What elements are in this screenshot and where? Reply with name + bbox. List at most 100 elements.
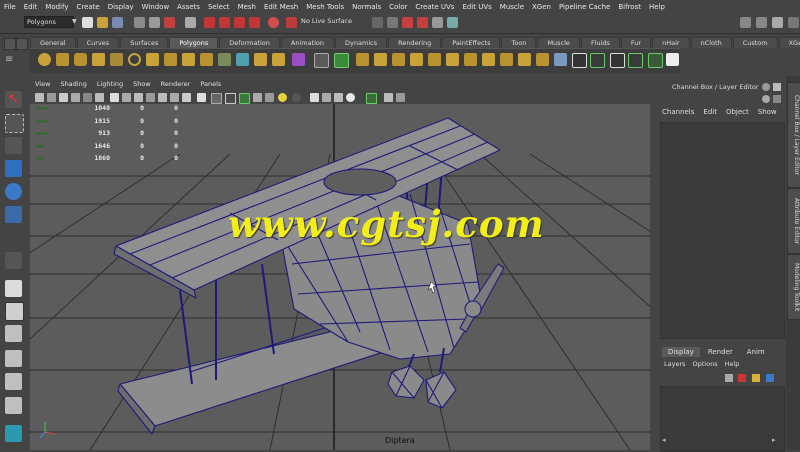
- pick-mask-icon[interactable]: [185, 17, 196, 28]
- shelf-tab-dynamics[interactable]: Dynamics: [335, 37, 388, 48]
- menu-create-uvs[interactable]: Create UVs: [411, 3, 458, 11]
- channel-box-toggle-icon[interactable]: [788, 17, 799, 28]
- move-layer-up-icon[interactable]: [725, 374, 733, 382]
- anti-aliasing-icon[interactable]: [334, 93, 343, 102]
- menu-muscle[interactable]: Muscle: [496, 3, 528, 11]
- channel-box-settings-icon[interactable]: [762, 95, 770, 103]
- checker-texture-icon[interactable]: [666, 53, 679, 66]
- channel-box-menu-edit[interactable]: Edit: [703, 108, 717, 116]
- resolution-gate-icon[interactable]: [134, 93, 143, 102]
- render-settings-icon[interactable]: [432, 17, 443, 28]
- attribute-editor-toggle-icon[interactable]: [756, 17, 767, 28]
- select-camera-icon[interactable]: [35, 93, 44, 102]
- select-by-component-icon[interactable]: [164, 17, 175, 28]
- append-to-polygon-icon[interactable]: [410, 53, 423, 66]
- menu-mesh[interactable]: Mesh: [234, 3, 260, 11]
- panel-menu-panels[interactable]: Panels: [195, 80, 226, 90]
- menu-bifrost[interactable]: Bifrost: [614, 3, 645, 11]
- xray-icon[interactable]: [211, 93, 222, 104]
- menu-display[interactable]: Display: [104, 3, 138, 11]
- render-region-icon[interactable]: [387, 17, 398, 28]
- rotate-tool-icon[interactable]: [5, 183, 22, 200]
- merge-icon[interactable]: [536, 53, 549, 66]
- poly-pipe-icon[interactable]: [182, 53, 195, 66]
- move-tool-icon[interactable]: [5, 160, 22, 177]
- channel-box-area[interactable]: [660, 122, 785, 339]
- layer-tab-render[interactable]: Render: [702, 347, 739, 357]
- shelf-menu-icon[interactable]: [16, 38, 28, 50]
- menu-mesh-tools[interactable]: Mesh Tools: [302, 3, 348, 11]
- use-all-lights-icon[interactable]: [278, 93, 287, 102]
- side-tab-modeling-toolkit[interactable]: Modeling Toolkit: [787, 254, 800, 320]
- poly-helix-icon[interactable]: [200, 53, 213, 66]
- single-perspective-layout-icon[interactable]: [5, 280, 22, 297]
- modeling-toolkit-toggle-icon[interactable]: [740, 17, 751, 28]
- menu-assets[interactable]: Assets: [173, 3, 204, 11]
- menu-select[interactable]: Select: [204, 3, 234, 11]
- camera-attributes-icon[interactable]: [47, 93, 56, 102]
- poly-torus-icon[interactable]: [128, 53, 141, 66]
- grid-toggle-icon[interactable]: [110, 93, 119, 102]
- add-divisions-icon[interactable]: [482, 53, 495, 66]
- triangulate-icon[interactable]: [334, 53, 349, 68]
- shelf-tab-animation[interactable]: Animation: [280, 37, 335, 48]
- open-scene-icon[interactable]: [97, 17, 108, 28]
- pin-icon[interactable]: [762, 83, 770, 91]
- outliner-persp-layout-icon[interactable]: [5, 397, 22, 414]
- offset-edge-loop-icon[interactable]: [464, 53, 477, 66]
- menu-set-dropdown[interactable]: Polygons: [24, 16, 74, 28]
- channel-box-menu-channels[interactable]: Channels: [662, 108, 694, 116]
- textured-icon[interactable]: [265, 93, 274, 102]
- safe-action-icon[interactable]: [170, 93, 179, 102]
- panel-menu-shading[interactable]: Shading: [55, 80, 91, 90]
- make-live-icon[interactable]: [268, 17, 279, 28]
- layer-settings-icon[interactable]: [766, 374, 774, 382]
- shelf-tab-general[interactable]: General: [30, 37, 76, 48]
- separate-icon[interactable]: [254, 53, 267, 66]
- snap-view-plane-icon[interactable]: [249, 17, 260, 28]
- xray-joints-icon[interactable]: [384, 93, 393, 102]
- menu-create[interactable]: Create: [72, 3, 103, 11]
- wireframe-on-shaded-icon[interactable]: [239, 93, 250, 104]
- screen-space-ao-icon[interactable]: [310, 93, 319, 102]
- menu-modify[interactable]: Modify: [41, 3, 72, 11]
- persp-graph-layout-icon[interactable]: [5, 350, 22, 367]
- safe-title-icon[interactable]: [182, 93, 191, 102]
- select-by-object-icon[interactable]: [149, 17, 160, 28]
- last-tool-icon[interactable]: [5, 252, 22, 269]
- chevron-down-icon[interactable]: ▼: [72, 18, 77, 25]
- render-current-frame-icon[interactable]: [402, 17, 413, 28]
- quadrangulate-icon[interactable]: [356, 53, 369, 66]
- uv-editor-icon[interactable]: [628, 53, 643, 68]
- channel-box-menu-object[interactable]: Object: [726, 108, 749, 116]
- bookmarks-icon[interactable]: [59, 93, 68, 102]
- combine-icon[interactable]: [236, 53, 249, 66]
- shelf-tab-fluids[interactable]: Fluids: [580, 37, 620, 48]
- scroll-left-icon[interactable]: ◂: [662, 436, 668, 444]
- shelf-tab-custom[interactable]: Custom: [732, 37, 778, 48]
- cylindrical-mapping-icon[interactable]: [572, 53, 587, 68]
- panel-options-icon[interactable]: [773, 83, 781, 91]
- panel-menu-view[interactable]: View: [30, 80, 55, 90]
- layer-tab-anim[interactable]: Anim: [741, 347, 771, 357]
- insert-edge-loop-icon[interactable]: [446, 53, 459, 66]
- menu-edit[interactable]: Edit: [20, 3, 42, 11]
- shelf-tab-deformation[interactable]: Deformation: [219, 37, 280, 48]
- fill-hole-icon[interactable]: [428, 53, 441, 66]
- depth-of-field-icon[interactable]: [346, 93, 355, 102]
- shelf-tab-xgen[interactable]: XGen: [778, 37, 800, 48]
- menu-window[interactable]: Window: [138, 3, 174, 11]
- menu-color[interactable]: Color: [385, 3, 411, 11]
- layer-menu-help[interactable]: Help: [725, 360, 740, 368]
- new-scene-icon[interactable]: [82, 17, 93, 28]
- 2d-pan-zoom-icon[interactable]: [83, 93, 92, 102]
- menu-edit-mesh[interactable]: Edit Mesh: [260, 3, 302, 11]
- panel-menu-show[interactable]: Show: [128, 80, 156, 90]
- multi-cut-icon[interactable]: [500, 53, 513, 66]
- paint-select-tool-icon[interactable]: [5, 137, 22, 154]
- side-tab-attribute-editor[interactable]: Attribute Editor: [787, 188, 800, 254]
- scroll-right-icon[interactable]: ▸: [772, 436, 778, 444]
- tool-settings-toggle-icon[interactable]: [772, 17, 783, 28]
- persp-outliner-layout-icon[interactable]: [5, 325, 22, 342]
- history-icon[interactable]: [372, 17, 383, 28]
